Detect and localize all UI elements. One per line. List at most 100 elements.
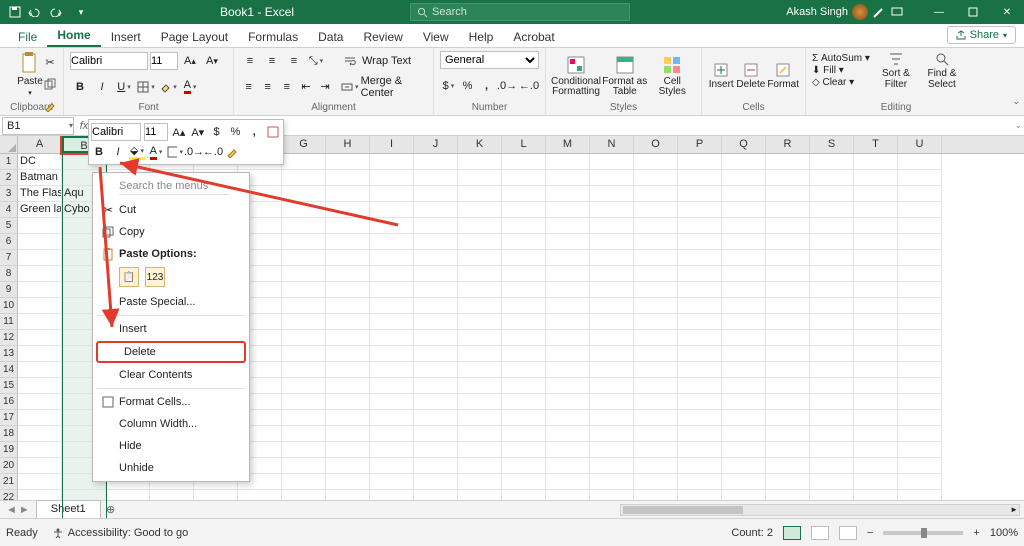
cell-P3[interactable]: [678, 186, 722, 202]
cell-L13[interactable]: [502, 346, 546, 362]
cell-Q5[interactable]: [722, 218, 766, 234]
cell-G7[interactable]: [282, 250, 326, 266]
cell-M14[interactable]: [546, 362, 590, 378]
ctx-delete[interactable]: Delete: [96, 341, 246, 363]
name-box[interactable]: B1▾: [2, 117, 74, 135]
column-header-L[interactable]: L: [502, 136, 546, 153]
cell-H5[interactable]: [326, 218, 370, 234]
cell-P8[interactable]: [678, 266, 722, 282]
cell-O6[interactable]: [634, 234, 678, 250]
increase-indent-button[interactable]: ⇥: [317, 77, 334, 97]
column-header-R[interactable]: R: [766, 136, 810, 153]
cell-J18[interactable]: [414, 426, 458, 442]
copy-button[interactable]: [40, 74, 60, 94]
cell-J21[interactable]: [414, 474, 458, 490]
cell-Q20[interactable]: [722, 458, 766, 474]
cell-R6[interactable]: [766, 234, 810, 250]
cell-G14[interactable]: [282, 362, 326, 378]
mini-font-color[interactable]: A: [148, 144, 164, 160]
cell-H19[interactable]: [326, 442, 370, 458]
column-header-N[interactable]: N: [590, 136, 634, 153]
cell-K7[interactable]: [458, 250, 502, 266]
cell-T6[interactable]: [854, 234, 898, 250]
cell-M4[interactable]: [546, 202, 590, 218]
cell-L16[interactable]: [502, 394, 546, 410]
cell-H2[interactable]: [326, 170, 370, 186]
cell-H12[interactable]: [326, 330, 370, 346]
row-header-15[interactable]: 15: [0, 378, 18, 394]
cell-K13[interactable]: [458, 346, 502, 362]
font-size-select[interactable]: [150, 52, 178, 70]
cell-A16[interactable]: [18, 394, 62, 410]
cell-U2[interactable]: [898, 170, 942, 186]
row-header-17[interactable]: 17: [0, 410, 18, 426]
cell-M16[interactable]: [546, 394, 590, 410]
cell-M18[interactable]: [546, 426, 590, 442]
cell-J8[interactable]: [414, 266, 458, 282]
cell-T12[interactable]: [854, 330, 898, 346]
orientation-button[interactable]: ⤡: [306, 51, 326, 71]
cell-G21[interactable]: [282, 474, 326, 490]
cell-A8[interactable]: [18, 266, 62, 282]
cell-H16[interactable]: [326, 394, 370, 410]
row-header-14[interactable]: 14: [0, 362, 18, 378]
cell-S6[interactable]: [810, 234, 854, 250]
mini-inc-decimal[interactable]: .0→: [186, 144, 202, 160]
cell-P15[interactable]: [678, 378, 722, 394]
cell-T21[interactable]: [854, 474, 898, 490]
ctx-format-cells[interactable]: Format Cells...: [93, 391, 249, 413]
close-button[interactable]: ✕: [990, 0, 1024, 24]
cell-N1[interactable]: [590, 154, 634, 170]
cell-O11[interactable]: [634, 314, 678, 330]
cell-R8[interactable]: [766, 266, 810, 282]
cell-I17[interactable]: [370, 410, 414, 426]
borders-button[interactable]: [136, 77, 156, 97]
column-header-T[interactable]: T: [854, 136, 898, 153]
cell-P16[interactable]: [678, 394, 722, 410]
cell-H7[interactable]: [326, 250, 370, 266]
decrease-decimal-button[interactable]: ←.0: [519, 76, 539, 96]
cell-R11[interactable]: [766, 314, 810, 330]
zoom-level[interactable]: 100%: [990, 527, 1018, 539]
select-all-button[interactable]: [0, 136, 18, 154]
cell-A11[interactable]: [18, 314, 62, 330]
cell-K20[interactable]: [458, 458, 502, 474]
accessibility-status[interactable]: Accessibility: Good to go: [52, 527, 188, 539]
sheet-nav-next[interactable]: ►: [19, 504, 30, 516]
cell-Q6[interactable]: [722, 234, 766, 250]
cell-Q16[interactable]: [722, 394, 766, 410]
mini-format-painter[interactable]: [224, 144, 240, 160]
cell-N9[interactable]: [590, 282, 634, 298]
cell-I12[interactable]: [370, 330, 414, 346]
cell-L2[interactable]: [502, 170, 546, 186]
mini-shrink-font[interactable]: A▾: [190, 124, 206, 140]
cell-O16[interactable]: [634, 394, 678, 410]
cell-T3[interactable]: [854, 186, 898, 202]
cell-T14[interactable]: [854, 362, 898, 378]
cell-S15[interactable]: [810, 378, 854, 394]
cell-G16[interactable]: [282, 394, 326, 410]
tab-insert[interactable]: Insert: [101, 26, 151, 47]
cells-delete-button[interactable]: Delete: [736, 62, 765, 91]
mini-grow-font[interactable]: A▴: [171, 124, 187, 140]
cell-J14[interactable]: [414, 362, 458, 378]
cell-I8[interactable]: [370, 266, 414, 282]
cell-K10[interactable]: [458, 298, 502, 314]
cell-P10[interactable]: [678, 298, 722, 314]
cell-L15[interactable]: [502, 378, 546, 394]
cell-Q2[interactable]: [722, 170, 766, 186]
cell-S7[interactable]: [810, 250, 854, 266]
cell-N3[interactable]: [590, 186, 634, 202]
cell-G19[interactable]: [282, 442, 326, 458]
cell-J5[interactable]: [414, 218, 458, 234]
tab-acrobat[interactable]: Acrobat: [503, 26, 564, 47]
cell-K19[interactable]: [458, 442, 502, 458]
cell-H3[interactable]: [326, 186, 370, 202]
cell-S13[interactable]: [810, 346, 854, 362]
ctx-paste-option-all[interactable]: 📋: [119, 267, 139, 287]
cell-O17[interactable]: [634, 410, 678, 426]
cell-N12[interactable]: [590, 330, 634, 346]
cell-U18[interactable]: [898, 426, 942, 442]
cell-U15[interactable]: [898, 378, 942, 394]
ctx-cut[interactable]: ✂Cut: [93, 199, 249, 221]
